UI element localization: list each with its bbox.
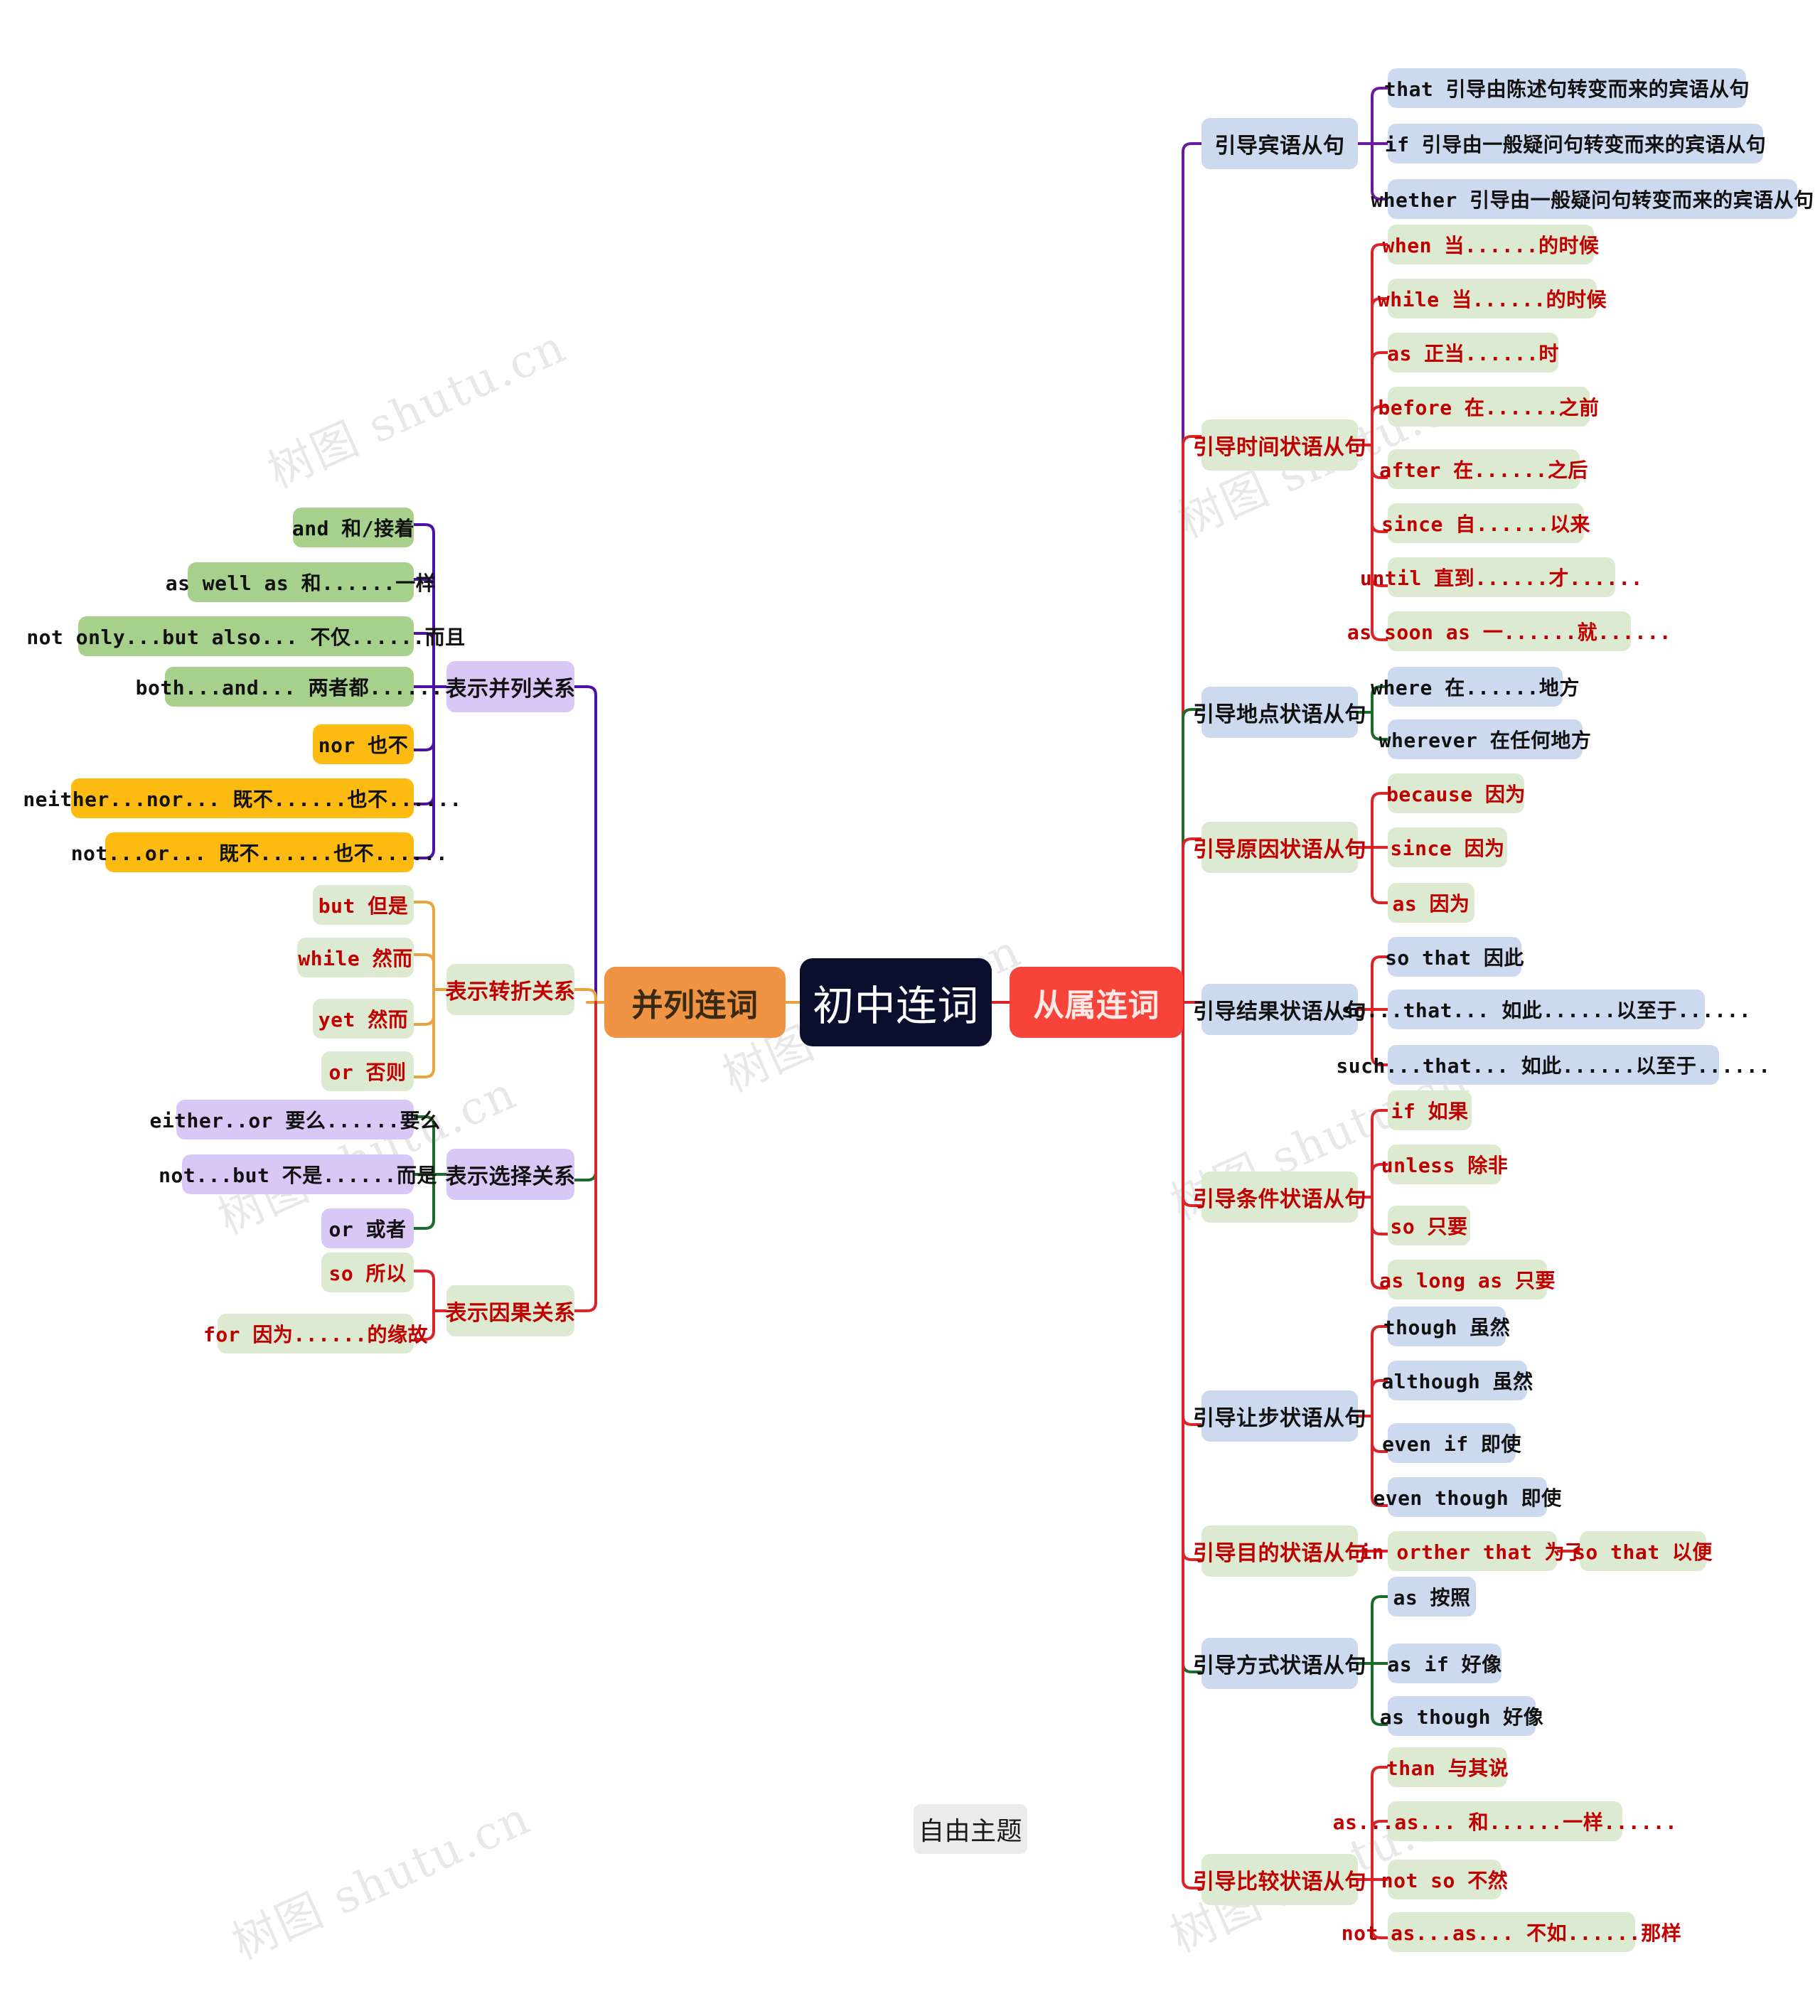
leaf-right-6-2[interactable]: even if 即使 (1382, 1423, 1521, 1463)
free-topic-node[interactable]: 自由主题 (914, 1804, 1027, 1854)
group-label-left-0[interactable]: 表示并列关系 (446, 661, 575, 712)
leaf-left-0-4[interactable]: nor 也不 (313, 724, 414, 764)
leaf-right-3-1[interactable]: since 因为 (1388, 827, 1507, 867)
leaf-left-0-5[interactable]: neither...nor... 既不......也不...... (23, 778, 461, 818)
group-label-right-4[interactable]: 引导结果状语从句 (1193, 984, 1366, 1035)
group-label-right-6[interactable]: 引导让步状语从句 (1193, 1390, 1366, 1442)
leaf-left-0-2[interactable]: not only...but also... 不仅......而且 (26, 616, 465, 656)
leaf-right-6-3[interactable]: even though 即使 (1373, 1477, 1561, 1517)
group-label-left-3[interactable]: 表示因果关系 (446, 1285, 575, 1336)
leaf-right-9-2[interactable]: not so 不然 (1381, 1860, 1508, 1899)
leaf-left-1-2[interactable]: yet 然而 (313, 999, 414, 1039)
leaf-left-2-0[interactable]: either..or 要么......要么 (149, 1100, 440, 1140)
group-label-right-5[interactable]: 引导条件状语从句 (1193, 1171, 1366, 1223)
leaf-right-6-0[interactable]: though 虽然 (1383, 1307, 1510, 1346)
leaf-right-4-0[interactable]: so that 因此 (1385, 937, 1524, 977)
leaf-right-9-1[interactable]: as...as... 和......一样...... (1333, 1801, 1677, 1841)
leaf-left-2-1[interactable]: not...but 不是......而是 (159, 1154, 437, 1194)
leaf-right-1-6[interactable]: until 直到......才...... (1360, 557, 1642, 597)
group-label-right-0[interactable]: 引导宾语从句 (1201, 118, 1358, 169)
leaf-right-4-2[interactable]: such...that... 如此......以至于...... (1336, 1045, 1770, 1085)
leaf-right-1-4[interactable]: after 在......之后 (1379, 449, 1588, 489)
leaf-right-7-0[interactable]: in orther that 为了 (1359, 1531, 1585, 1571)
leaf-left-0-3[interactable]: both...and... 两者都...... (136, 667, 443, 707)
leaf-right-3-2[interactable]: as 因为 (1388, 883, 1474, 923)
leaf-left-0-6[interactable]: not...or... 既不......也不...... (71, 832, 448, 872)
leaf-right-3-0[interactable]: because 因为 (1386, 773, 1525, 813)
leaf-right-7-1[interactable]: so that 以便 (1573, 1531, 1712, 1571)
leaf-right-0-1[interactable]: if 引导由一般疑问句转变而来的宾语从句 (1385, 124, 1766, 163)
watermark: 树图 shutu.cn (260, 320, 574, 499)
leaf-right-1-0[interactable]: when 当......的时候 (1383, 225, 1599, 264)
leaf-right-4-1[interactable]: so...that... 如此......以至于...... (1342, 990, 1751, 1029)
group-label-right-1[interactable]: 引导时间状语从句 (1193, 419, 1366, 471)
leaf-right-1-3[interactable]: before 在......之前 (1378, 387, 1599, 427)
group-label-right-7[interactable]: 引导目的状语从句 (1193, 1526, 1366, 1577)
leaf-right-1-2[interactable]: as 正当......时 (1387, 333, 1558, 372)
leaf-right-8-2[interactable]: as though 好像 (1380, 1696, 1543, 1736)
leaf-right-5-1[interactable]: unless 除非 (1381, 1144, 1508, 1184)
leaf-left-1-3[interactable]: or 否则 (321, 1051, 414, 1091)
leaf-right-0-0[interactable]: that 引导由陈述句转变而来的宾语从句 (1384, 68, 1750, 108)
group-label-left-2[interactable]: 表示选择关系 (446, 1149, 575, 1200)
leaf-right-1-1[interactable]: while 当......的时候 (1378, 279, 1607, 318)
watermark: 树图 shutu.cn (225, 1791, 539, 1971)
branch-right-node[interactable]: 从属连词 (1010, 967, 1183, 1038)
leaf-right-8-1[interactable]: as if 好像 (1387, 1644, 1502, 1683)
leaf-right-2-0[interactable]: where 在......地方 (1371, 667, 1579, 707)
root-node[interactable]: 初中连词 (800, 958, 992, 1046)
leaf-left-2-2[interactable]: or 或者 (321, 1208, 414, 1248)
leaf-right-5-0[interactable]: if 如果 (1388, 1090, 1472, 1130)
leaf-left-3-0[interactable]: so 所以 (321, 1253, 414, 1292)
leaf-right-9-0[interactable]: than 与其说 (1386, 1747, 1509, 1787)
leaf-left-0-0[interactable]: and 和/接着 (292, 508, 414, 547)
leaf-right-6-1[interactable]: although 虽然 (1381, 1361, 1533, 1400)
leaf-right-9-3[interactable]: not as...as... 不如......那样 (1342, 1912, 1681, 1952)
leaf-right-5-3[interactable]: as long as 只要 (1379, 1260, 1555, 1299)
leaf-left-3-1[interactable]: for 因为......的缘故 (203, 1314, 428, 1353)
leaf-right-2-1[interactable]: wherever 在任何地方 (1379, 719, 1591, 759)
leaf-left-1-1[interactable]: while 然而 (297, 938, 414, 977)
group-label-left-1[interactable]: 表示转折关系 (446, 964, 575, 1015)
leaf-right-0-2[interactable]: whether 引导由一般疑问句转变而来的宾语从句 (1371, 179, 1814, 219)
leaf-right-5-2[interactable]: so 只要 (1388, 1206, 1470, 1245)
group-label-right-8[interactable]: 引导方式状语从句 (1193, 1638, 1366, 1689)
leaf-left-0-1[interactable]: as well as 和......一样 (166, 562, 436, 602)
group-label-right-2[interactable]: 引导地点状语从句 (1193, 687, 1366, 738)
branch-left-node[interactable]: 并列连词 (604, 967, 786, 1038)
leaf-right-1-7[interactable]: as soon as 一......就...... (1347, 611, 1671, 651)
leaf-right-1-5[interactable]: since 自......以来 (1381, 503, 1590, 543)
leaf-right-8-0[interactable]: as 按照 (1388, 1577, 1476, 1616)
leaf-left-1-0[interactable]: but 但是 (313, 885, 414, 925)
group-label-right-9[interactable]: 引导比较状语从句 (1193, 1854, 1366, 1905)
group-label-right-3[interactable]: 引导原因状语从句 (1193, 822, 1366, 873)
